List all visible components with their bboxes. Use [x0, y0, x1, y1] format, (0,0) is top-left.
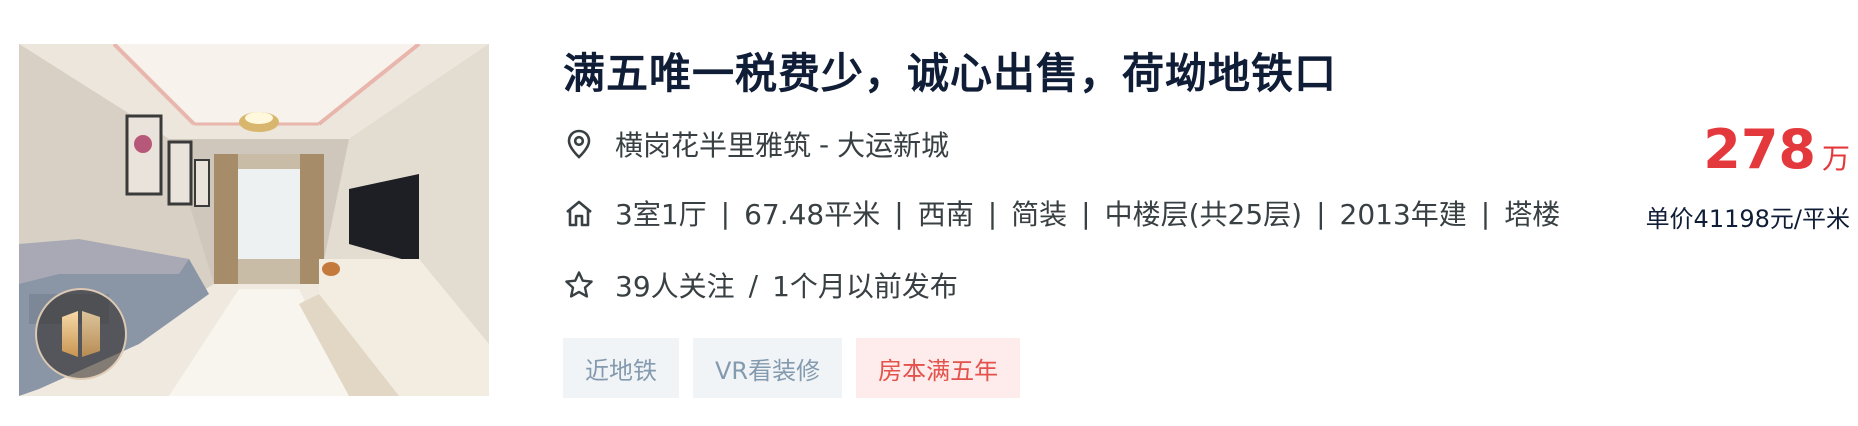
house-info-separator: |	[1480, 196, 1491, 230]
location-separator: -	[819, 127, 830, 161]
star-icon	[563, 269, 595, 301]
house-building-type: 塔楼	[1504, 198, 1561, 231]
house-info-separator: |	[720, 196, 731, 230]
follow-row: 39人关注 / 1个月以前发布	[563, 265, 958, 305]
house-year: 2013年建	[1339, 198, 1467, 231]
listing-info: 满五唯一税费少，诚心出售，荷坳地铁口 横岗花半里雅筑 - 大运新城 3室1厅 |…	[563, 0, 1563, 426]
house-info-separator: |	[1316, 196, 1326, 230]
total-price: 278 万	[1646, 118, 1850, 181]
unit-price: 单价41198元/平米	[1645, 205, 1850, 233]
tag-five-years: 房本满五年	[856, 338, 1021, 398]
house-floor: 中楼层(共25层)	[1104, 198, 1303, 231]
house-info-row: 3室1厅 | 67.48平米 | 西南 | 简装 | 中楼层(共25层) | 2…	[563, 193, 1560, 233]
total-price-value: 278	[1703, 118, 1816, 181]
tag-near-subway: 近地铁	[563, 338, 679, 398]
location-pin-icon	[563, 128, 595, 160]
community-link[interactable]: 横岗花半里雅筑	[615, 124, 811, 164]
price-block: 278 万 单价41198元/平米	[1646, 118, 1850, 234]
house-info-separator: |	[1081, 196, 1091, 230]
total-price-unit: 万	[1821, 142, 1850, 175]
house-layout: 3室1厅	[615, 198, 707, 231]
area-link[interactable]: 大运新城	[837, 124, 949, 164]
house-info-separator: |	[987, 196, 998, 230]
publish-time: 1个月以前发布	[772, 270, 958, 303]
house-info-separator: |	[894, 196, 904, 230]
followers-count: 39人关注	[615, 270, 735, 303]
listing-photo[interactable]	[19, 44, 489, 396]
tag-list: 近地铁 VR看装修 房本满五年	[563, 338, 1021, 398]
vr-icon	[62, 311, 100, 357]
follow-separator: /	[748, 268, 759, 302]
listing-title[interactable]: 满五唯一税费少，诚心出售，荷坳地铁口	[563, 40, 1337, 101]
location-row: 横岗花半里雅筑 - 大运新城	[563, 124, 949, 164]
vr-badge-icon[interactable]	[35, 288, 127, 380]
house-orientation: 西南	[917, 198, 974, 231]
house-decoration: 简装	[1011, 198, 1068, 231]
house-size: 67.48平米	[744, 198, 881, 231]
tag-vr-decoration: VR看装修	[693, 338, 843, 398]
listing-card: 满五唯一税费少，诚心出售，荷坳地铁口 横岗花半里雅筑 - 大运新城 3室1厅 |…	[0, 0, 1858, 426]
house-icon	[563, 197, 595, 229]
